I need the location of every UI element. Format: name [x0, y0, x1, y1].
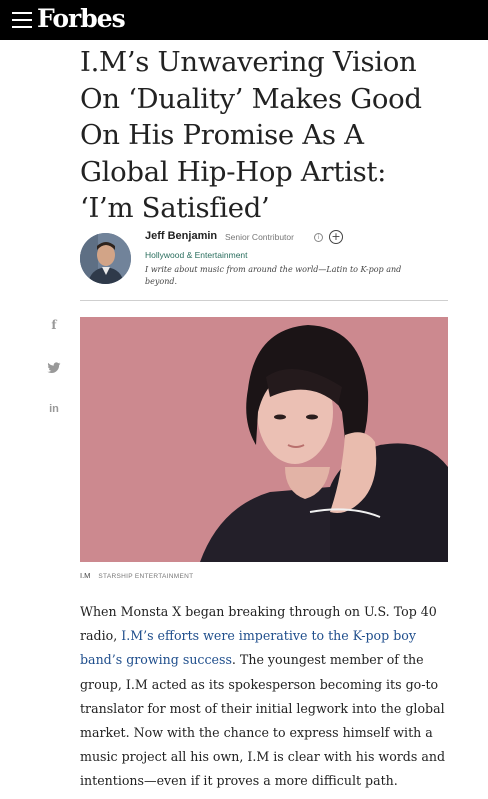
forbes-logo[interactable]: Forbes: [37, 4, 126, 33]
author-bio: I write about music from around the worl…: [145, 265, 402, 286]
inline-article-link[interactable]: band’s growing success: [80, 652, 232, 667]
headline-line: On His Promise As A: [80, 119, 364, 151]
inline-article-link[interactable]: I.M’s efforts were imperative to the K-p…: [121, 628, 416, 643]
body-line: intentions—even if it proves a more diff…: [80, 773, 398, 789]
body-text-segment: . The youngest member of the: [231, 652, 424, 668]
author-portrait-image: [80, 233, 131, 284]
body-line: band’s growing success. The youngest mem…: [80, 648, 452, 672]
body-line: market. Now with the chance to express h…: [80, 725, 433, 741]
author-name[interactable]: Jeff Benjamin: [145, 230, 217, 242]
article-body-paragraph: When Monsta X began breaking through on …: [80, 600, 452, 794]
body-line: music project all his own, I.M is clear …: [80, 749, 446, 765]
author-role: Senior Contributor: [225, 232, 294, 242]
headline-line: ‘I’m Satisfied’: [80, 192, 270, 224]
caption-text: I.M: [80, 571, 91, 580]
follow-plus-icon[interactable]: +: [329, 230, 343, 244]
twitter-share-icon[interactable]: [46, 361, 62, 379]
author-divider: [80, 300, 448, 301]
image-credit: STARSHIP ENTERTAINMENT: [98, 573, 194, 580]
body-line: radio, I.M’s efforts were imperative to …: [80, 624, 452, 648]
hero-photo: [80, 317, 448, 562]
headline-line: On ‘Duality’ Makes Good: [80, 82, 422, 115]
article-headline: I.M’s Unwavering Vision On ‘Duality’ Mak…: [80, 44, 470, 227]
headline-line: Global Hip-Hop Artist:: [80, 155, 387, 188]
top-navigation-bar: Forbes: [0, 0, 488, 40]
body-line: group, I.M acted as its spokesperson bec…: [80, 676, 439, 692]
article-hero-image: [80, 317, 448, 562]
author-avatar[interactable]: [80, 233, 131, 284]
facebook-share-icon[interactable]: f: [46, 318, 62, 332]
body-line: translator for most of their initial leg…: [80, 700, 445, 716]
linkedin-share-icon[interactable]: in: [46, 403, 62, 415]
twitter-bird-icon: [47, 362, 61, 374]
body-text-segment: radio,: [80, 628, 122, 644]
headline-line: I.M’s Unwavering Vision: [80, 46, 417, 78]
image-caption: I.M STARSHIP ENTERTAINMENT: [80, 571, 193, 580]
body-line: When Monsta X began breaking through on …: [80, 604, 437, 619]
info-icon[interactable]: i: [314, 233, 323, 242]
author-section-link[interactable]: Hollywood & Entertainment: [145, 250, 248, 260]
hamburger-menu-icon[interactable]: [12, 12, 32, 28]
